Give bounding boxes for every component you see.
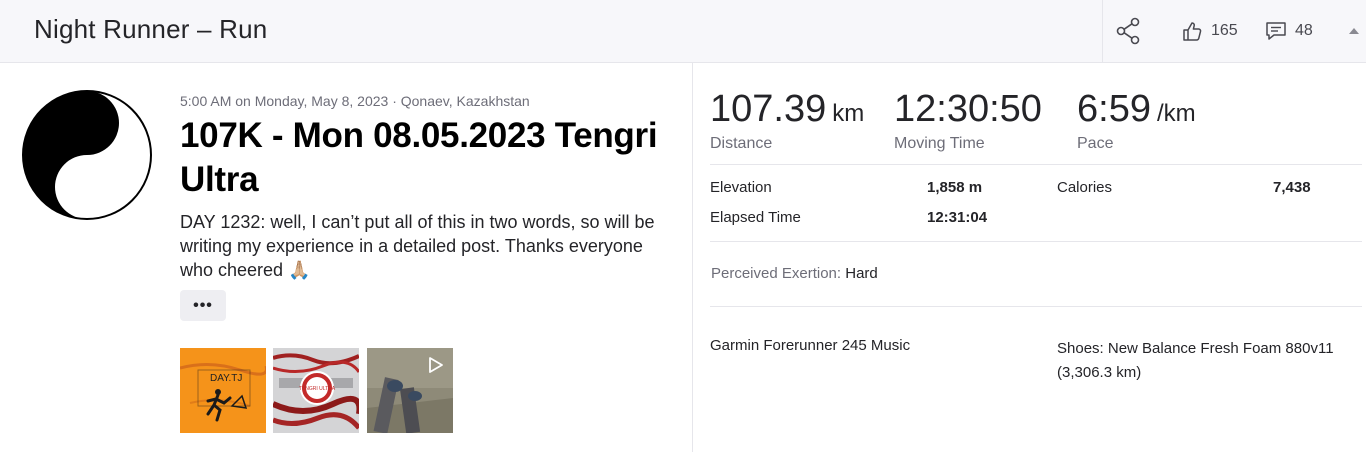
distance-unit: km (832, 100, 865, 127)
photo-image: DAY.TJ (180, 348, 266, 433)
divider (710, 164, 1362, 165)
calories-value: 7,438 (1273, 179, 1311, 196)
activity-title: 107K - Mon 08.05.2023 Tengri Ultra (180, 116, 658, 199)
shoes-info[interactable]: Shoes: New Balance Fresh Foam 880v11 (3,… (1057, 337, 1362, 385)
photo-caption: TENGRI ULTRA (299, 386, 336, 392)
stat-value: 107.39 km (710, 88, 864, 131)
share-icon (1116, 17, 1140, 45)
elapsed-time-label: Elapsed Time (710, 209, 801, 226)
perceived-exertion-value: Hard (845, 265, 878, 282)
photo-caption: DAY.TJ (210, 373, 242, 384)
play-icon (429, 357, 443, 373)
divider (710, 306, 1362, 307)
device-name: Garmin Forerunner 245 Music (710, 337, 911, 354)
elevation-value: 1,858 m (927, 179, 983, 196)
perceived-exertion-label: Perceived Exertion: (711, 265, 842, 282)
stat-moving-time: 12:30:50 Moving Time (894, 88, 1042, 153)
page-title: Night Runner – Run (34, 14, 268, 44)
comment-icon (1266, 22, 1286, 40)
calories-label: Calories (1057, 179, 1113, 196)
share-button[interactable] (1113, 16, 1143, 46)
divider (710, 241, 1362, 242)
photo-thumbnail[interactable]: DAY.TJ (180, 348, 266, 433)
perceived-exertion: Perceived Exertion: Hard (711, 265, 878, 282)
photo-image: TENGRI ULTRA (273, 348, 359, 433)
distance-label: Distance (710, 135, 773, 152)
comments-button[interactable]: 48 (1265, 19, 1313, 43)
kudos-count: 165 (1211, 22, 1238, 39)
video-thumbnail[interactable] (367, 348, 453, 433)
moving-time-label: Moving Time (894, 135, 985, 152)
athlete-avatar[interactable] (21, 89, 153, 221)
activity-header: Night Runner – Run 165 48 (0, 0, 1366, 63)
yin-yang-icon (22, 90, 152, 220)
activity-meta: 5:00 AM on Monday, May 8, 2023 · Qonaev,… (180, 93, 530, 109)
pace-unit: /km (1156, 100, 1196, 127)
photo-thumbnail[interactable]: TENGRI ULTRA (273, 348, 359, 433)
pace-value: 6:59 (1077, 88, 1151, 130)
distance-value: 107.39 (710, 88, 827, 130)
elevation-label: Elevation (710, 179, 772, 196)
caret-up-icon (1349, 28, 1359, 34)
stat-pace: 6:59/km Pace (1077, 88, 1196, 153)
activity-description: DAY 1232: well, I can’t put all of this … (180, 212, 655, 280)
comments-count: 48 (1295, 22, 1313, 39)
elapsed-time-value: 12:31:04 (927, 209, 988, 226)
pace-label: Pace (1077, 135, 1114, 152)
stat-distance: 107.39 km Distance (710, 88, 864, 153)
header-actions: 165 48 (1102, 0, 1366, 62)
collapse-button[interactable] (1348, 24, 1360, 36)
thumbs-up-icon (1183, 22, 1202, 41)
moving-time-value: 12:30:50 (894, 88, 1042, 130)
stat-value: 6:59/km (1077, 88, 1196, 131)
kudos-button[interactable]: 165 (1181, 19, 1238, 43)
more-options-button[interactable]: ••• (180, 290, 226, 321)
column-divider (692, 63, 693, 452)
